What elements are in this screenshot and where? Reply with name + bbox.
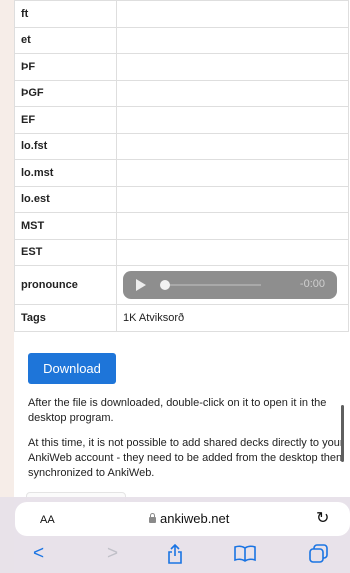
field-value — [116, 53, 349, 81]
download-button[interactable]: Download — [28, 353, 116, 384]
download-instructions: After the file is downloaded, double-cli… — [28, 397, 327, 424]
url-text: ankiweb.net — [160, 511, 230, 526]
play-icon[interactable] — [136, 279, 146, 291]
field-label: Tags — [14, 304, 117, 332]
field-value — [116, 159, 349, 187]
reader-options-button[interactable]: AA — [40, 511, 55, 526]
field-value — [116, 79, 349, 107]
audio-time: -0:00 — [299, 278, 325, 290]
table-row: ÞGF — [14, 79, 349, 107]
table-row: MST — [14, 212, 349, 240]
sync-notice: At this time, it is not possible to add … — [28, 437, 344, 479]
field-label: lo.fst — [14, 132, 117, 160]
field-value — [116, 26, 349, 54]
audio-cell: -0:00 — [116, 265, 349, 305]
deck-fields-table: ft et ÞF ÞGF EF lo.fst lo.mst lo.est MST… — [14, 0, 349, 332]
table-row: et — [14, 26, 349, 54]
audio-progress-knob[interactable] — [160, 280, 170, 290]
field-label: EF — [14, 106, 117, 134]
browser-toolbar: AA ankiweb.net ↻ < > — [0, 497, 350, 573]
tabs-icon[interactable] — [309, 544, 329, 569]
aa-label: AA — [40, 514, 55, 526]
field-value — [116, 0, 349, 28]
field-value — [116, 238, 349, 266]
table-row: EST — [14, 238, 349, 266]
reload-icon[interactable]: ↻ — [316, 508, 329, 528]
share-icon[interactable] — [167, 543, 183, 569]
field-value — [116, 132, 349, 160]
field-value — [116, 185, 349, 213]
field-label: EST — [14, 238, 117, 266]
field-label: MST — [14, 212, 117, 240]
back-icon[interactable]: < — [33, 544, 44, 564]
table-row: lo.fst — [14, 132, 349, 160]
audio-player[interactable]: -0:00 — [123, 271, 337, 299]
table-row: ÞF — [14, 53, 349, 81]
table-row: lo.est — [14, 185, 349, 213]
field-label: lo.est — [14, 185, 117, 213]
field-label: ÞF — [14, 53, 117, 81]
field-value — [116, 212, 349, 240]
url-display[interactable]: ankiweb.net — [149, 511, 229, 526]
table-row: Tags 1K Atviksorð — [14, 304, 349, 332]
field-value — [116, 106, 349, 134]
field-label: et — [14, 26, 117, 54]
forward-icon[interactable]: > — [107, 544, 118, 564]
table-row: EF — [14, 106, 349, 134]
field-label: pronounce — [14, 265, 117, 305]
field-label: lo.mst — [14, 159, 117, 187]
table-row: ft — [14, 0, 349, 28]
pronounce-row: pronounce -0:00 — [14, 265, 349, 305]
table-row: lo.mst — [14, 159, 349, 187]
scrollbar[interactable] — [341, 405, 344, 462]
audio-progress-track[interactable] — [163, 284, 261, 286]
field-label: ft — [14, 0, 117, 28]
field-value: 1K Atviksorð — [116, 304, 349, 332]
address-bar[interactable]: AA ankiweb.net ↻ — [15, 502, 350, 536]
field-label: ÞGF — [14, 79, 117, 107]
lock-icon — [149, 512, 156, 523]
bookmarks-icon[interactable] — [234, 544, 256, 567]
